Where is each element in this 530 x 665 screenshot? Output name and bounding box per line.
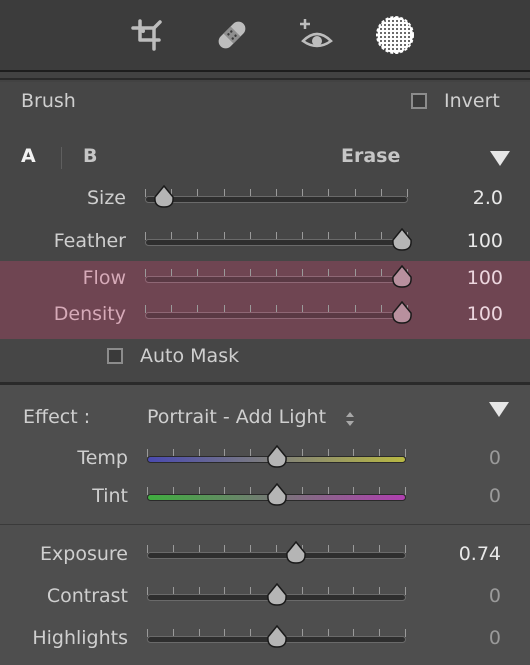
masking-tool-button[interactable] [375,15,415,55]
auto-mask-checkbox[interactable] [107,348,123,364]
effect-highlights-slider-thumb[interactable] [266,624,288,649]
brush-size-label: Size [86,187,126,209]
effect-highlights-value[interactable]: 0 [489,627,501,649]
effect-tint-value[interactable]: 0 [489,485,501,507]
brush-density-value[interactable]: 100 [467,303,503,325]
brush-panel-collapse-icon[interactable] [490,151,510,166]
brush-flow-label: Flow [82,267,126,289]
brush-feather-value[interactable]: 100 [467,230,503,252]
healing-bandage-icon [218,21,246,49]
effect-highlights-label: Highlights [32,627,128,649]
brush-tab-a[interactable]: A [21,145,36,167]
effect-exposure-slider-thumb[interactable] [285,540,307,565]
effect-section-divider [0,524,530,525]
brush-feather-label: Feather [53,230,126,252]
crop-tool-button[interactable] [127,15,167,55]
dropdown-updown-icon[interactable] [345,411,355,427]
brush-flow-slider-thumb[interactable] [391,264,413,289]
red-eye-tool-button[interactable] [297,15,337,55]
brush-density-slider-thumb[interactable] [391,300,413,325]
effect-preset-dropdown[interactable]: Portrait - Add Light [147,406,326,428]
effect-label: Effect : [23,406,91,428]
brush-density-label: Density [53,303,126,325]
auto-mask-label: Auto Mask [140,345,240,367]
tool-strip [0,0,530,70]
crop-icon [131,19,162,51]
masking-brush-icon [376,16,414,54]
effect-contrast-value[interactable]: 0 [489,585,501,607]
brush-size-slider-thumb[interactable] [153,184,175,209]
effect-exposure-value[interactable]: 0.74 [459,543,501,565]
brush-tab-b[interactable]: B [83,145,97,167]
brush-flow-track[interactable] [145,276,408,283]
effect-exposure-label: Exposure [40,543,128,565]
tab-separator [61,147,62,169]
effect-contrast-label: Contrast [46,585,128,607]
effect-contrast-slider-thumb[interactable] [266,582,288,607]
healing-tool-button[interactable] [212,15,252,55]
effect-panel-collapse-icon[interactable] [489,402,509,417]
effect-tint-label: Tint [92,485,128,507]
brush-size-value[interactable]: 2.0 [473,187,503,209]
brush-size-track[interactable] [145,196,408,203]
invert-label: Invert [444,90,500,112]
toolbar-divider [0,70,530,72]
brush-feather-slider-thumb[interactable] [391,227,413,252]
brush-feather-track[interactable] [145,239,408,246]
effect-exposure-track[interactable] [147,552,406,559]
brush-density-track[interactable] [145,312,408,319]
brush-flow-value[interactable]: 100 [467,267,503,289]
red-eye-icon [300,19,333,48]
effect-temp-label: Temp [77,447,128,469]
brush-title: Brush [21,90,76,112]
invert-checkbox[interactable] [411,93,427,109]
effect-temp-slider-thumb[interactable] [266,444,288,469]
toolbar-divider-lower [0,78,530,80]
brush-tab-erase[interactable]: Erase [341,145,400,167]
effect-tint-slider-thumb[interactable] [266,482,288,507]
effect-temp-value[interactable]: 0 [489,447,501,469]
